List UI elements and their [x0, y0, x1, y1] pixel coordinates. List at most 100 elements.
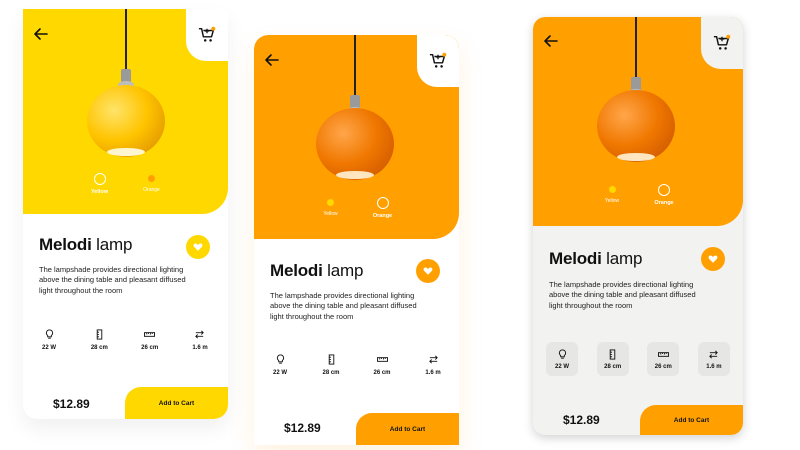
heart-icon: [193, 243, 203, 251]
swatch-label: Yellow: [604, 198, 620, 204]
favorite-button[interactable]: [416, 259, 440, 283]
swatch-orange[interactable]: Orange: [368, 197, 398, 219]
spec-item: 22 W: [546, 342, 578, 376]
spec-value: 26 cm: [141, 345, 159, 351]
spec-value: 1.6 m: [425, 370, 441, 376]
color-dot: [148, 175, 155, 182]
cart-button[interactable]: [701, 17, 743, 69]
design-showcase: Yellow Orange Melodi lamp The lampshade …: [0, 0, 800, 450]
swatch-label: Yellow: [90, 189, 109, 195]
product-description: The lampshade provides directional light…: [39, 265, 186, 295]
spec-item: 28 cm: [315, 354, 347, 376]
price-label: $12.89: [53, 397, 90, 411]
height-icon: [96, 329, 103, 340]
spec-value: 1.6 m: [192, 345, 208, 351]
add-to-cart-button[interactable]: Add to Cart: [125, 387, 228, 419]
spec-value: 22 W: [554, 363, 569, 370]
product-title: Melodi lamp: [549, 249, 642, 269]
product-card-orange-alt: Yellow Orange Melodi lamp The lampshade …: [533, 17, 743, 435]
swatch-orange[interactable]: Orange: [137, 173, 167, 195]
selected-ring: [376, 197, 389, 209]
ruler-icon: [376, 357, 388, 362]
spec-item: 26 cm: [366, 354, 398, 376]
spec-list: 22 W 28 cm 26 cm 1.6 m: [546, 342, 730, 376]
add-to-cart-button[interactable]: Add to Cart: [356, 413, 459, 445]
color-selector: Yellow Orange: [23, 173, 228, 195]
spec-item: 26 cm: [647, 342, 680, 376]
swatch-yellow[interactable]: Yellow: [597, 184, 627, 206]
title-bold: Melodi: [270, 261, 323, 280]
spec-value: 26 cm: [373, 370, 391, 376]
spec-item: 1.6 m: [697, 342, 730, 376]
product-card-orange: Yellow Orange Melodi lamp The lampshade …: [254, 35, 459, 445]
selected-ring: [93, 173, 106, 185]
bulb-icon: [45, 329, 53, 339]
height-icon: [328, 354, 334, 365]
product-hero: Yellow Orange: [23, 9, 228, 214]
swatch-yellow[interactable]: Yellow: [85, 173, 115, 195]
color-selector: Yellow Orange: [533, 184, 743, 206]
spec-value: 28 cm: [322, 370, 340, 376]
selected-ring: [658, 184, 670, 196]
spec-item: 26 cm: [134, 329, 166, 351]
swap-arrows-icon: [709, 350, 719, 358]
swap-arrows-icon: [428, 355, 438, 364]
color-dot: [327, 199, 334, 206]
bulb-icon: [558, 348, 566, 359]
spec-item: 1.6 m: [184, 329, 216, 351]
spec-value: 22 W: [272, 370, 287, 376]
swap-arrows-icon: [195, 330, 205, 339]
title-rest: lamp: [601, 249, 643, 268]
product-card-yellow: Yellow Orange Melodi lamp The lampshade …: [23, 9, 228, 419]
back-arrow-icon[interactable]: [264, 53, 280, 67]
product-hero: Yellow Orange: [254, 35, 459, 239]
product-title: Melodi lamp: [39, 235, 132, 255]
title-rest: lamp: [91, 235, 133, 254]
spec-list: 22 W 28 cm 26 cm 1.6 m: [33, 329, 216, 351]
title-rest: lamp: [322, 261, 364, 280]
add-to-cart-icon: [198, 26, 216, 42]
heart-icon: [708, 255, 718, 263]
spec-value: 26 cm: [654, 363, 672, 370]
height-icon: [609, 348, 616, 360]
product-title: Melodi lamp: [270, 261, 363, 281]
price-label: $12.89: [563, 413, 600, 427]
ruler-icon: [657, 351, 669, 357]
spec-item: 28 cm: [83, 329, 115, 351]
spec-list: 22 W 28 cm 26 cm 1.6 m: [264, 354, 449, 376]
color-selector: Yellow Orange: [254, 197, 459, 219]
pendant-lamp-image: [87, 9, 165, 157]
spec-value: 1.6 m: [706, 363, 722, 370]
back-arrow-icon[interactable]: [543, 34, 559, 48]
color-dot: [608, 186, 616, 193]
swatch-yellow[interactable]: Yellow: [316, 197, 346, 219]
heart-icon: [423, 267, 433, 275]
price-label: $12.89: [284, 421, 321, 435]
spec-item: 28 cm: [596, 342, 629, 376]
swatch-label: Orange: [143, 187, 160, 193]
product-description: The lampshade provides directional light…: [270, 291, 417, 321]
swatch-orange[interactable]: Orange: [649, 184, 679, 206]
spec-item: 22 W: [264, 354, 296, 376]
swatch-label: Orange: [372, 213, 393, 219]
add-to-cart-icon: [713, 34, 731, 50]
spec-value: 28 cm: [604, 363, 622, 370]
back-arrow-icon[interactable]: [33, 27, 49, 41]
title-bold: Melodi: [549, 249, 602, 268]
spec-value: 22 W: [41, 345, 56, 351]
swatch-label: Orange: [654, 200, 674, 206]
spec-item: 22 W: [33, 329, 65, 351]
title-bold: Melodi: [39, 235, 92, 254]
cart-button[interactable]: [417, 35, 459, 87]
add-to-cart-icon: [429, 52, 447, 68]
spec-item: 1.6 m: [417, 354, 449, 376]
pendant-lamp-image: [316, 35, 394, 180]
pendant-lamp-image: [597, 17, 675, 162]
cart-button[interactable]: [186, 9, 228, 61]
favorite-button[interactable]: [186, 235, 210, 259]
favorite-button[interactable]: [701, 247, 725, 271]
product-hero: Yellow Orange: [533, 17, 743, 226]
ruler-icon: [144, 332, 156, 337]
add-to-cart-button[interactable]: Add to Cart: [640, 405, 743, 435]
spec-value: 28 cm: [90, 345, 108, 351]
